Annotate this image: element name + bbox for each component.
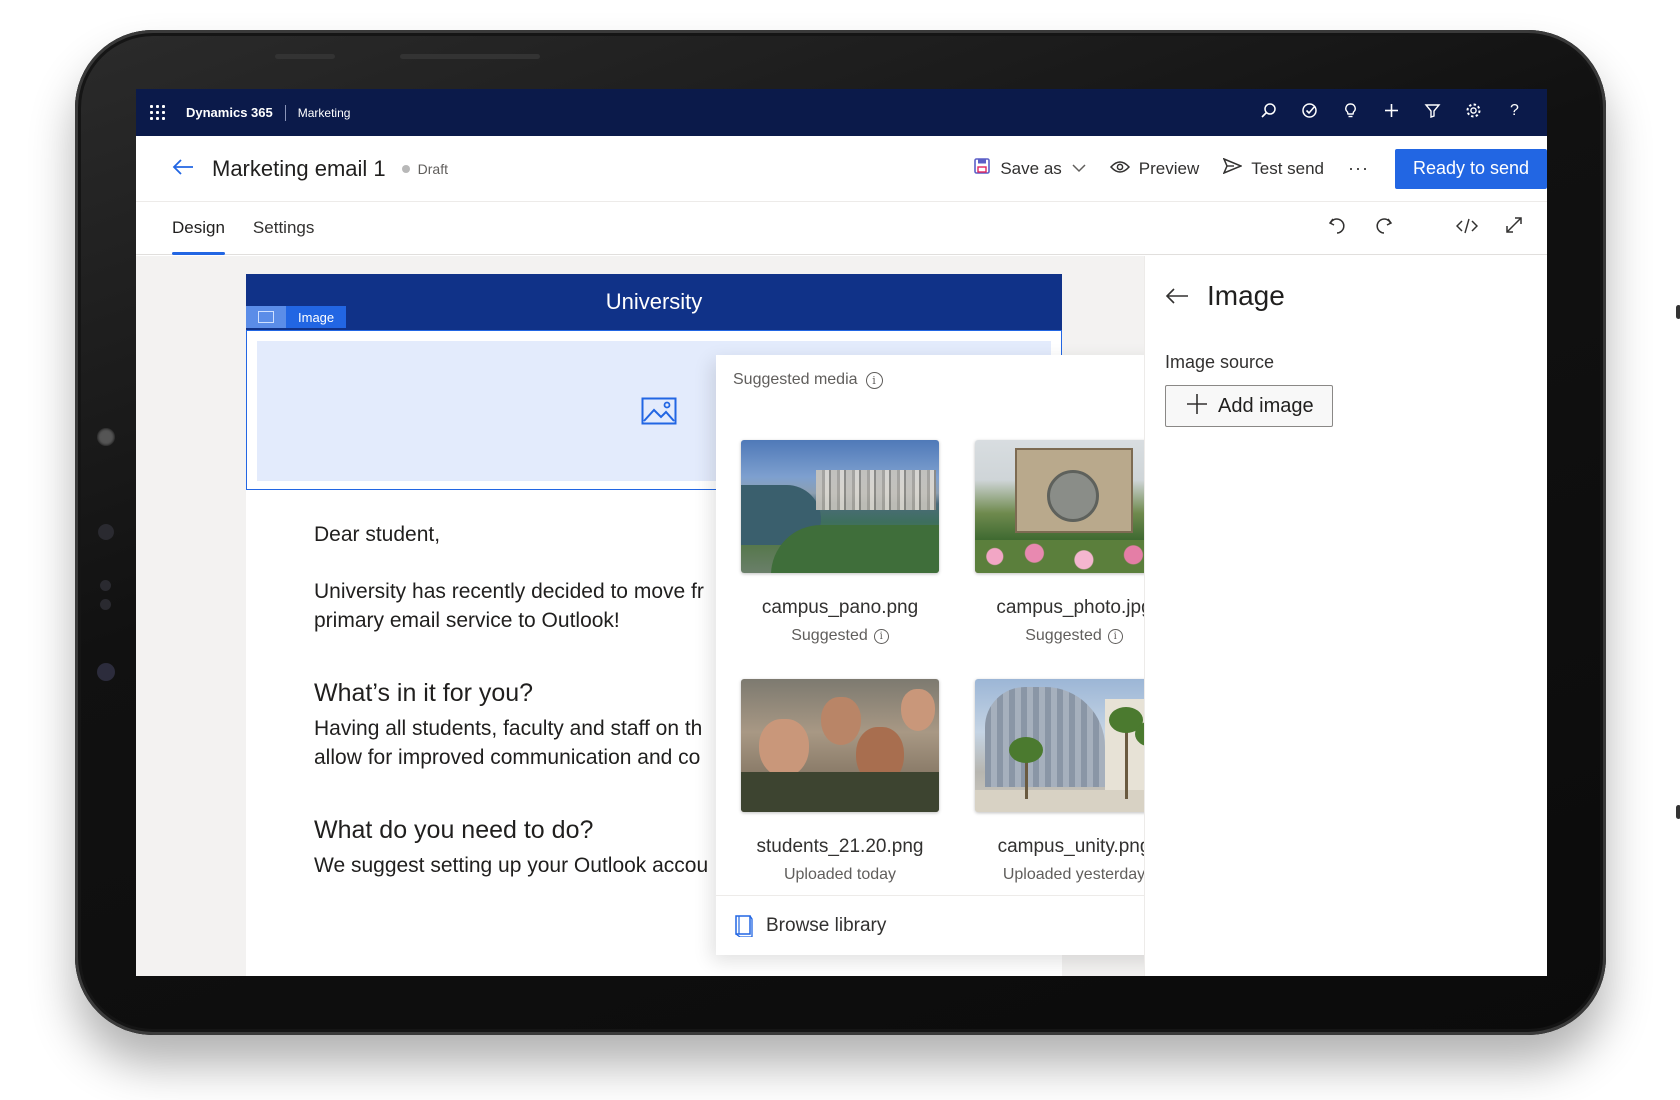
- media-status: Suggested i: [741, 627, 939, 645]
- command-bar: Marketing email 1 Draft Save as Preview: [136, 136, 1547, 202]
- editor-tools: [1313, 215, 1537, 241]
- side-notch: [1676, 805, 1680, 819]
- camera-lens: [97, 428, 115, 446]
- sensor: [100, 580, 111, 591]
- info-icon[interactable]: i: [1107, 628, 1123, 644]
- send-icon: [1222, 157, 1244, 179]
- media-filename: students_21.20.png: [756, 836, 924, 857]
- media-status-text: Suggested: [791, 627, 868, 644]
- code-view-icon[interactable]: [1443, 217, 1490, 240]
- media-status-text: Suggested: [1025, 627, 1102, 644]
- sensor: [100, 599, 111, 610]
- media-status-text: Uploaded today: [783, 866, 897, 883]
- eye-icon: [1109, 159, 1130, 179]
- tab-design[interactable]: Design: [172, 202, 225, 255]
- side-notch: [1676, 305, 1680, 319]
- image-block-icon[interactable]: [246, 306, 286, 328]
- task-icon[interactable]: [1289, 102, 1330, 124]
- save-as-label: Save as: [1000, 158, 1062, 178]
- selected-block-tag: Image: [246, 306, 347, 328]
- flyout-title: Suggested media: [733, 371, 858, 388]
- media-status: Uploaded today: [741, 866, 939, 884]
- image-source-label: Image source: [1165, 352, 1275, 372]
- preview-label: Preview: [1138, 158, 1200, 178]
- filter-icon[interactable]: [1412, 102, 1453, 124]
- status-dot: [401, 164, 410, 173]
- media-item[interactable]: campus_pano.png Suggested i: [741, 440, 939, 645]
- divider: [284, 104, 286, 121]
- media-thumbnail[interactable]: [741, 440, 939, 573]
- back-arrow-icon[interactable]: [172, 157, 194, 181]
- design-canvas: University Image Dear student, Universit…: [136, 256, 1547, 976]
- more-options-icon[interactable]: ···: [1348, 158, 1369, 179]
- lightbulb-icon[interactable]: [1330, 102, 1371, 124]
- info-icon[interactable]: i: [873, 628, 889, 644]
- plus-icon[interactable]: [1371, 102, 1412, 124]
- selected-block-label: Image: [286, 306, 347, 328]
- email-banner[interactable]: University: [246, 274, 1062, 330]
- save-as-button[interactable]: Save as: [973, 157, 1086, 180]
- sensor: [97, 663, 115, 681]
- info-icon[interactable]: i: [865, 371, 883, 389]
- expand-icon[interactable]: [1490, 215, 1537, 241]
- test-send-label: Test send: [1251, 158, 1325, 178]
- browse-library-label: Browse library: [766, 914, 887, 936]
- power-button: [400, 54, 540, 59]
- plus-icon: [1186, 392, 1208, 420]
- top-nav-bar: Dynamics 365 Marketing ?: [136, 89, 1547, 136]
- page-title: Marketing email 1: [212, 155, 386, 181]
- redo-icon[interactable]: [1360, 215, 1407, 241]
- preview-button[interactable]: Preview: [1109, 158, 1200, 179]
- media-filename: campus_pano.png: [761, 597, 919, 618]
- add-image-button[interactable]: Add image: [1165, 385, 1333, 427]
- properties-header: Image: [1145, 256, 1547, 312]
- flyout-header: Suggested media i: [716, 355, 1192, 405]
- app-launcher-icon[interactable]: [150, 104, 166, 121]
- status-badge: Draft: [417, 160, 448, 177]
- ready-to-send-button[interactable]: Ready to send: [1395, 148, 1547, 189]
- library-icon: [735, 914, 753, 937]
- app-screen: Dynamics 365 Marketing ? Marketing email…: [136, 89, 1547, 976]
- module-name: Marketing: [297, 105, 351, 120]
- chevron-down-icon: [1072, 162, 1086, 176]
- tab-bar: Design Settings: [136, 202, 1547, 255]
- properties-pane: Image Image source Add image: [1144, 256, 1547, 976]
- sensor: [98, 524, 114, 540]
- save-icon: [973, 157, 991, 180]
- test-send-button[interactable]: Test send: [1222, 157, 1325, 179]
- browse-library-button[interactable]: Browse library: [716, 895, 1192, 955]
- image-icon: [641, 397, 677, 425]
- add-image-label: Add image: [1218, 394, 1314, 417]
- tab-settings[interactable]: Settings: [253, 202, 314, 255]
- suggested-media-flyout: Suggested media i campus_pano.png Sugges…: [716, 355, 1192, 955]
- command-actions: Save as Preview Test send ··· Ready to s…: [973, 148, 1547, 189]
- help-icon[interactable]: ?: [1494, 102, 1535, 124]
- back-arrow-icon[interactable]: [1165, 283, 1189, 309]
- gear-icon[interactable]: [1453, 102, 1494, 124]
- product-name[interactable]: Dynamics 365: [186, 105, 273, 120]
- media-status-text: Uploaded yesterday: [1002, 866, 1146, 883]
- volume-button: [275, 54, 335, 59]
- nav-icon-group: ?: [1248, 102, 1535, 124]
- search-icon[interactable]: [1248, 102, 1289, 124]
- media-item[interactable]: students_21.20.png Uploaded today: [741, 679, 939, 884]
- media-grid: campus_pano.png Suggested i campus_photo…: [741, 440, 1173, 884]
- media-thumbnail[interactable]: [741, 679, 939, 812]
- undo-icon[interactable]: [1313, 215, 1360, 241]
- properties-title: Image: [1207, 280, 1285, 311]
